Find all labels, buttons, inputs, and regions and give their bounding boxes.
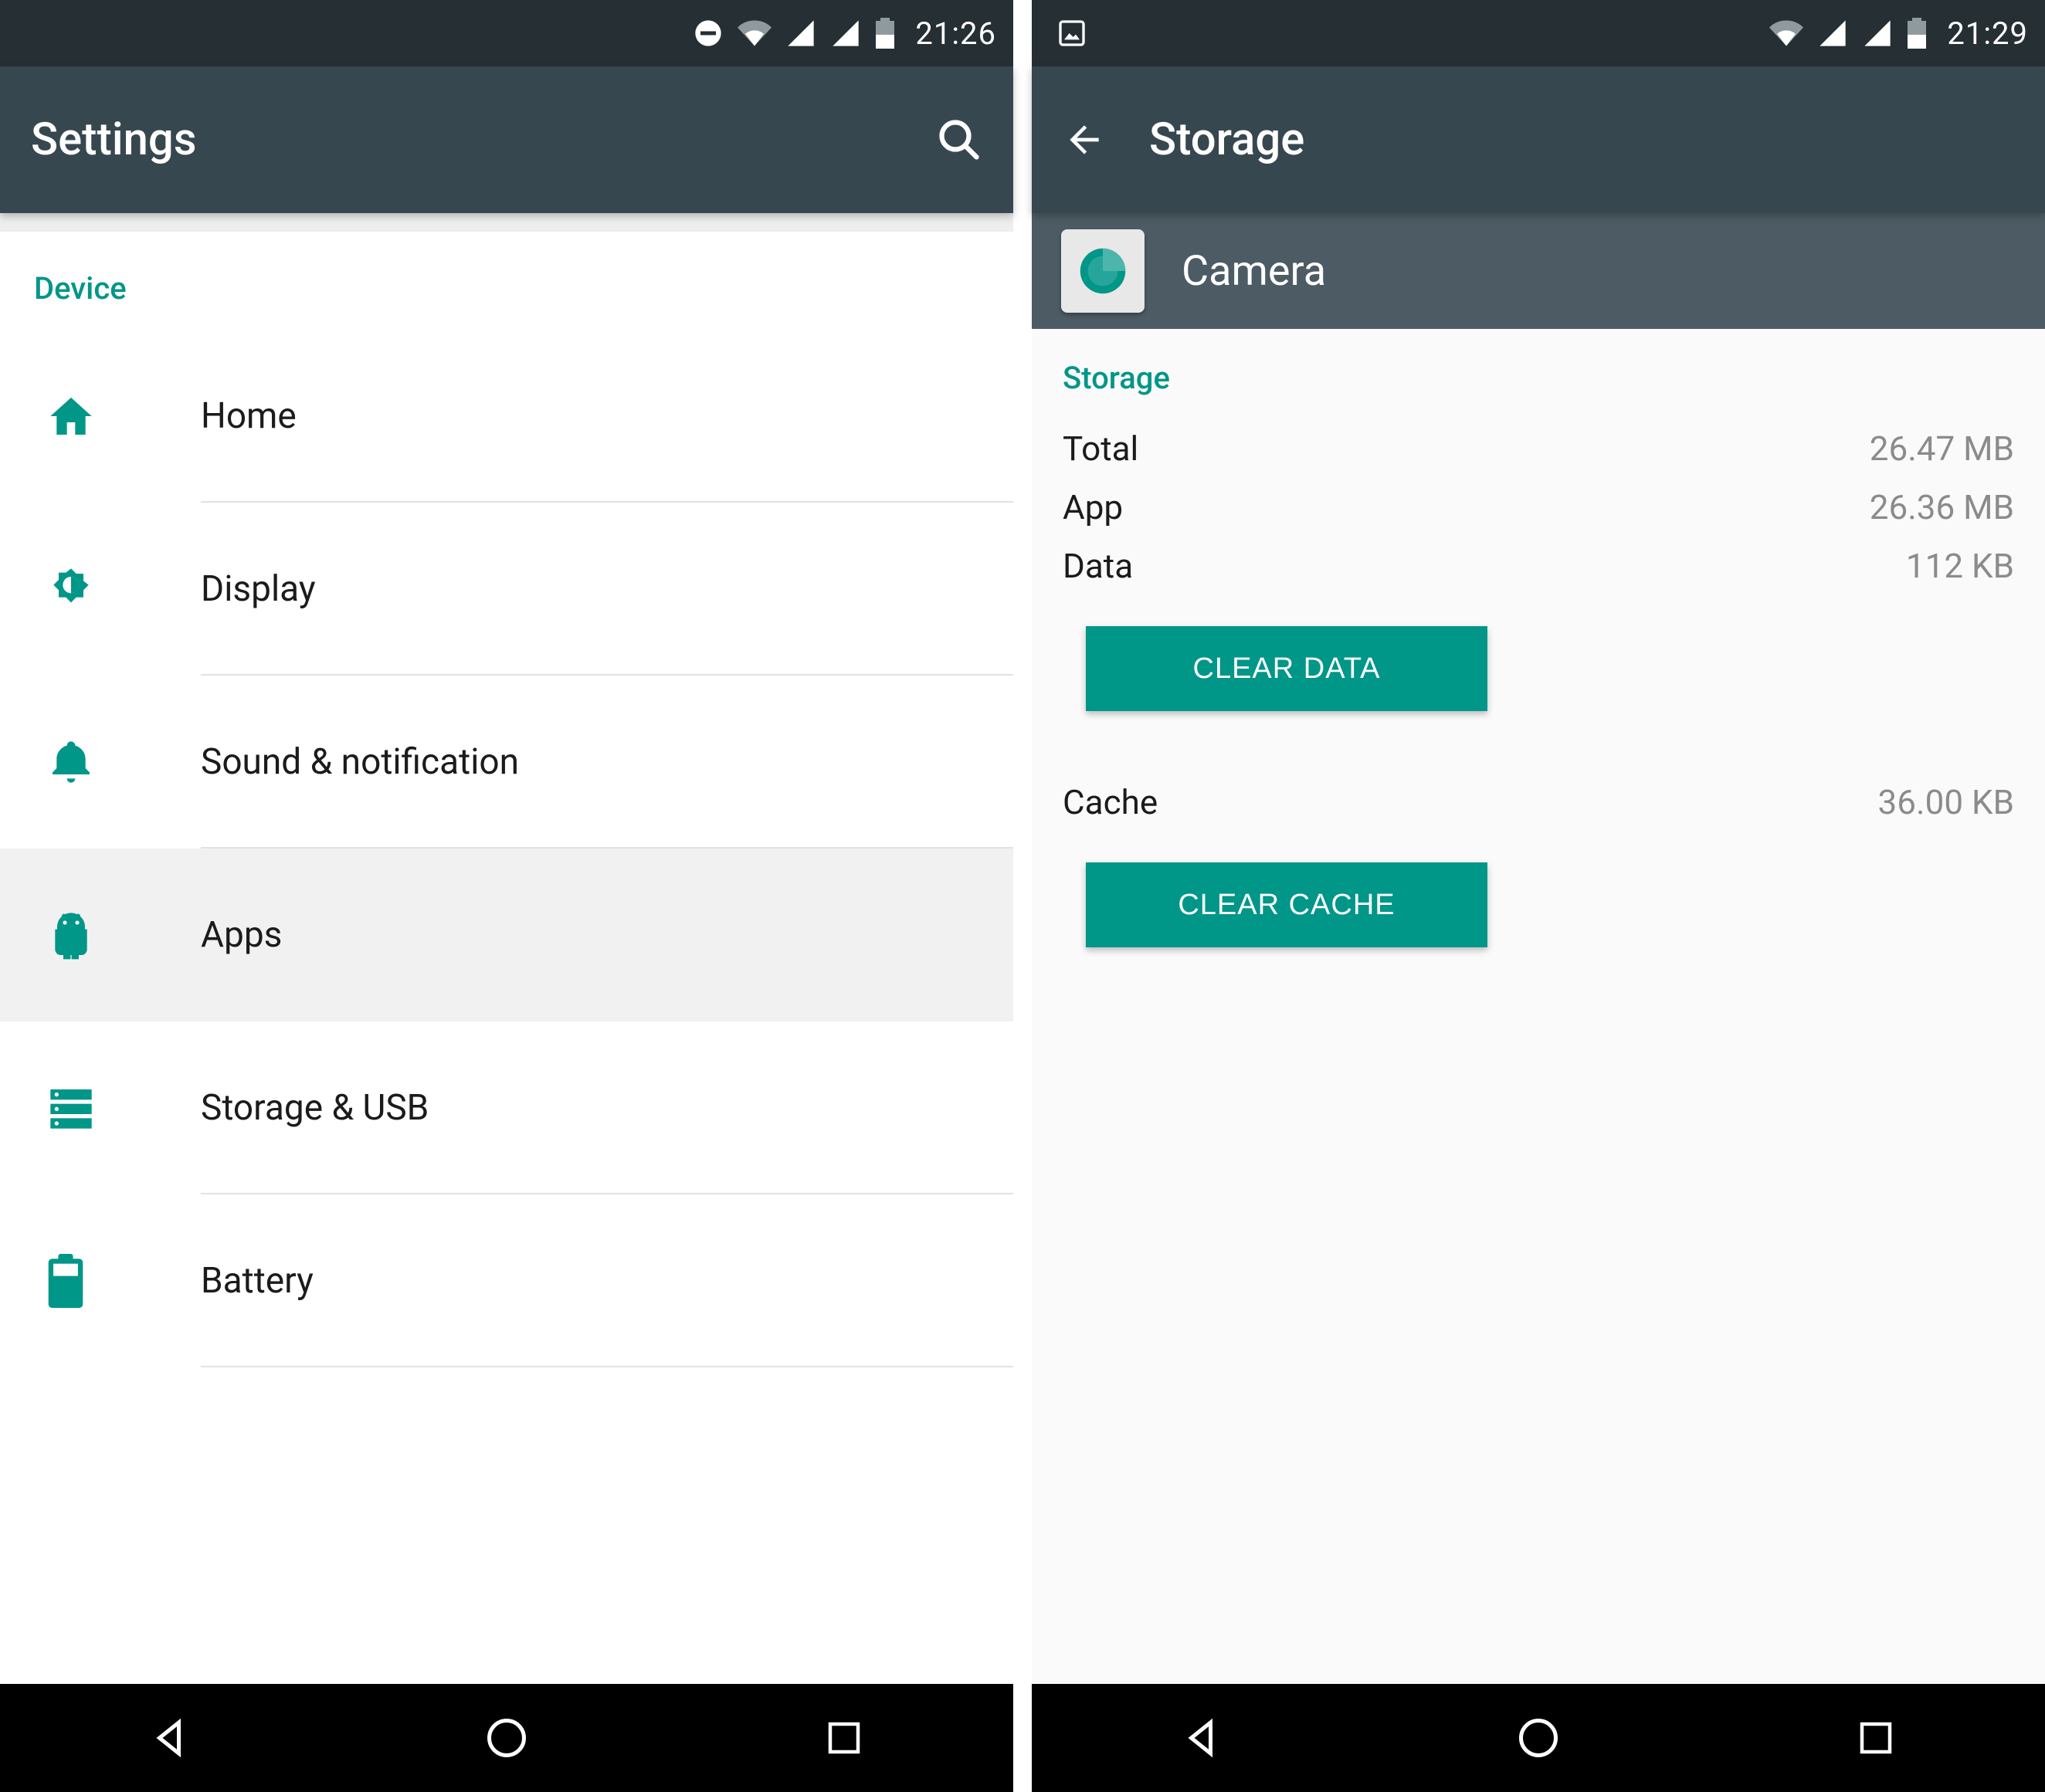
settings-content: Device Home Display Sound & (0, 213, 1013, 1684)
storage-row-label: Data (1063, 546, 1133, 586)
signal-icon-2 (1862, 18, 1893, 49)
navigation-bar (1032, 1684, 2045, 1792)
storage-row-data: Data 112 KB (1063, 537, 2014, 595)
storage-row-app: App 26.36 MB (1063, 478, 2014, 537)
app-bar: Storage (1032, 66, 2045, 213)
settings-item-display[interactable]: Display (0, 503, 1013, 676)
recent-nav-button[interactable] (1830, 1692, 1922, 1784)
settings-item-sound[interactable]: Sound & notification (0, 676, 1013, 849)
storage-row-label: Cache (1063, 782, 1158, 822)
back-nav-button[interactable] (1155, 1692, 1247, 1784)
battery-icon (875, 18, 895, 49)
clear-cache-button[interactable]: CLEAR CACHE (1086, 862, 1487, 947)
settings-item-label: Battery (201, 1260, 314, 1302)
dnd-icon (693, 18, 724, 49)
battery-menu-icon (46, 1254, 201, 1308)
signal-icon (1817, 18, 1848, 49)
home-nav-button[interactable] (1492, 1692, 1585, 1784)
section-gap (0, 213, 1013, 232)
settings-item-battery[interactable]: Battery (0, 1194, 1013, 1367)
page-title: Storage (1149, 113, 1304, 166)
settings-item-label: Display (201, 568, 316, 610)
back-button[interactable] (1063, 118, 1106, 161)
settings-item-label: Apps (201, 914, 282, 956)
screenshot-notification-icon (1056, 18, 1087, 49)
storage-row-value: 26.47 MB (1870, 429, 2014, 469)
screenshot-gap (1013, 0, 1032, 1792)
recent-nav-button[interactable] (798, 1692, 890, 1784)
storage-row-value: 26.36 MB (1870, 487, 2014, 527)
right-screenshot: 21:29 Storage Camera Storage Total 26.47… (1032, 0, 2045, 1792)
settings-item-storage[interactable]: Storage & USB (0, 1021, 1013, 1194)
section-header-device: Device (0, 232, 1013, 330)
app-header: Camera (1032, 213, 2045, 329)
settings-item-apps[interactable]: Apps (0, 849, 1013, 1021)
settings-item-label: Home (201, 395, 297, 437)
navigation-bar (0, 1684, 1013, 1792)
status-bar: 21:29 (1032, 0, 2045, 66)
search-button[interactable] (936, 117, 982, 163)
settings-list: Home Display Sound & notification (0, 330, 1013, 1367)
page-title: Settings (31, 113, 197, 166)
clock: 21:29 (1947, 15, 2028, 52)
storage-content: Storage Total 26.47 MB App 26.36 MB Data… (1032, 329, 2045, 1684)
settings-item-home[interactable]: Home (0, 330, 1013, 503)
storage-row-cache: Cache 36.00 KB (1063, 773, 2014, 832)
status-bar: 21:26 (0, 0, 1013, 66)
home-nav-button[interactable] (460, 1692, 553, 1784)
camera-app-icon (1061, 229, 1145, 313)
storage-row-value: 112 KB (1906, 546, 2014, 586)
bell-icon (46, 737, 201, 787)
storage-row-label: Total (1063, 429, 1138, 469)
section-header-storage: Storage (1063, 360, 2014, 396)
clock: 21:26 (915, 15, 996, 52)
divider (201, 1366, 1013, 1367)
storage-row-value: 36.00 KB (1878, 782, 2014, 822)
settings-item-label: Sound & notification (201, 741, 519, 783)
battery-icon (1907, 18, 1927, 49)
settings-item-label: Storage & USB (201, 1087, 429, 1129)
storage-row-label: App (1063, 487, 1123, 527)
clear-data-button[interactable]: CLEAR DATA (1086, 626, 1487, 711)
wifi-icon (738, 16, 772, 50)
storage-row-total: Total 26.47 MB (1063, 419, 2014, 478)
storage-icon (46, 1083, 201, 1133)
home-icon (46, 391, 201, 441)
brightness-icon (46, 564, 201, 614)
signal-icon-2 (830, 18, 861, 49)
android-icon (46, 910, 201, 960)
signal-icon (785, 18, 816, 49)
left-screenshot: 21:26 Settings Device Home Display (0, 0, 1013, 1792)
app-name: Camera (1182, 247, 1326, 296)
app-bar: Settings (0, 66, 1013, 213)
wifi-icon (1769, 16, 1803, 50)
back-nav-button[interactable] (123, 1692, 215, 1784)
